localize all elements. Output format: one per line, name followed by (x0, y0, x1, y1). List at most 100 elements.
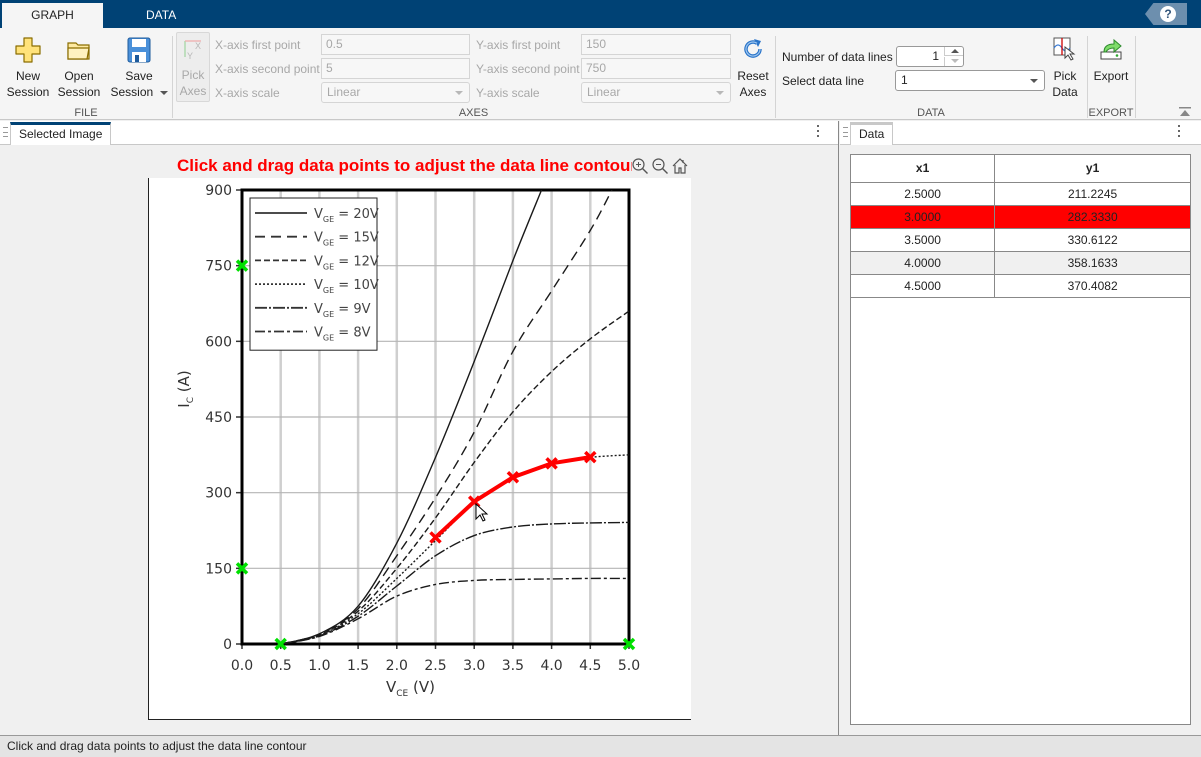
cell-y1[interactable]: 330.6122 (994, 228, 1190, 252)
chart-canvas[interactable]: 0.0 0.5 1.0 1.5 2.0 2.5 3.0 3.5 4.0 4.5 5.0 0 150 300… (149, 178, 692, 720)
reset-axes-label-2: Axes (739, 85, 767, 99)
open-session-button[interactable]: Open Session (56, 36, 102, 100)
tab-data-panel[interactable]: Data (850, 122, 894, 145)
section-divider (775, 36, 776, 118)
y-axis-scale-select[interactable]: Linear (581, 82, 731, 103)
select-data-line-label: Select data line (782, 74, 865, 88)
y-axis-first-point-label: Y-axis first point (476, 38, 561, 52)
y-axis-scale-value: Linear (587, 85, 621, 99)
plus-icon (15, 37, 41, 63)
y-tick-label: 150 (205, 561, 232, 577)
mouse-cursor-icon (475, 502, 489, 522)
floppy-disk-icon (127, 37, 151, 63)
open-session-label-1: Open (64, 69, 94, 83)
x-axis-first-point-field[interactable]: 0.5 (321, 34, 470, 55)
drag-handle-icon[interactable] (3, 127, 8, 137)
help-button[interactable]: ? (1145, 3, 1187, 25)
reset-axes-label-1: Reset (737, 69, 769, 83)
section-divider (172, 36, 173, 118)
table-row[interactable]: 4.5000 370.4082 (851, 274, 1190, 298)
cell-x1[interactable]: 3.5000 (851, 228, 996, 252)
zoom-out-icon[interactable] (651, 157, 669, 175)
section-divider (1087, 36, 1088, 118)
pick-axes-button[interactable]: XY Pick Axes (176, 32, 210, 102)
save-session-button[interactable]: Save Session (110, 36, 168, 100)
x-axis-scale-select[interactable]: Linear (321, 82, 470, 103)
chevron-up-icon (951, 49, 959, 53)
x-axis-scale-label: X-axis scale (215, 86, 280, 100)
x-tick-label: 2.0 (386, 658, 408, 674)
zoom-in-icon[interactable] (631, 157, 649, 175)
x-tick-label: 1.5 (347, 658, 369, 674)
cell-x1[interactable]: 3.0000 (851, 205, 996, 229)
spinner-up-button[interactable] (944, 47, 963, 56)
export-label: Export (1093, 69, 1129, 83)
y-tick-label: 450 (205, 410, 232, 426)
select-data-line-value: 1 (901, 73, 908, 87)
y-tick-label: 600 (205, 334, 232, 350)
x-tick-label: 3.0 (463, 658, 485, 674)
series-line-5 (280, 521, 629, 644)
y-axis-second-point-field[interactable]: 750 (581, 58, 731, 79)
panel-menu-icon[interactable] (816, 125, 820, 139)
status-bar: Click and drag data points to adjust the… (0, 735, 1201, 757)
select-data-line-dropdown[interactable]: 1 (895, 70, 1045, 91)
x-tick-label: 4.5 (579, 658, 601, 674)
chevron-down-icon (716, 91, 724, 95)
x-tick-label: 0.5 (270, 658, 292, 674)
drag-handle-icon[interactable] (843, 127, 848, 137)
panel-tab-bar: Data (840, 121, 1201, 145)
cell-y1[interactable]: 211.2245 (994, 182, 1190, 206)
home-icon[interactable] (671, 157, 689, 175)
open-session-label-2: Session (57, 85, 101, 99)
graph-importer-app: GRAPH IMPORTER DATA ? New Session Open S… (0, 0, 1201, 757)
y-tick-label: 300 (205, 486, 232, 502)
pick-data-button[interactable]: Pick Data (1047, 36, 1083, 100)
x-tick-label: 1.0 (308, 658, 330, 674)
column-header-x1[interactable]: x1 (851, 155, 996, 183)
table-row-selected[interactable]: 3.0000 282.3330 (851, 205, 1190, 229)
tab-selected-image[interactable]: Selected Image (10, 122, 112, 145)
x-axis-second-point-field[interactable]: 5 (321, 58, 470, 79)
y-axis-first-point-field[interactable]: 150 (581, 34, 731, 55)
axes-section-label: AXES (458, 107, 489, 119)
x-axis-label: VCE (V) (386, 678, 435, 699)
cell-y1[interactable]: 282.3330 (994, 205, 1190, 229)
image-axes[interactable]: 0.0 0.5 1.0 1.5 2.0 2.5 3.0 3.5 4.0 4.5 5.0 0 150 300… (148, 178, 691, 720)
table-row[interactable]: 4.0000 358.1633 (851, 251, 1190, 275)
table-header-row: x1 y1 (851, 155, 1190, 183)
panel-tab-bar: Selected Image (0, 121, 838, 145)
series-line-4 (280, 454, 629, 644)
legend-entry: VGE = 8V (314, 326, 371, 343)
export-button[interactable]: Export (1090, 36, 1132, 84)
x-tick-label: 5.0 (618, 658, 640, 674)
cell-x1[interactable]: 4.0000 (851, 251, 996, 275)
tab-data[interactable]: DATA (146, 3, 176, 28)
folder-icon (67, 42, 90, 60)
toolstrip: New Session Open Session Save Session FI… (0, 28, 1201, 120)
panel-menu-icon[interactable] (1177, 125, 1181, 139)
column-header-y1[interactable]: y1 (994, 155, 1190, 183)
series-line-3 (280, 310, 629, 644)
cell-x1[interactable]: 4.5000 (851, 274, 996, 298)
cell-y1[interactable]: 370.4082 (994, 274, 1190, 298)
cell-y1[interactable]: 358.1633 (994, 251, 1190, 275)
x-axis-first-point-label: X-axis first point (215, 38, 301, 52)
table-row[interactable]: 2.5000 211.2245 (851, 182, 1190, 206)
number-of-data-lines-spinner[interactable]: 1 (896, 46, 964, 67)
spinner-down-button[interactable] (944, 57, 963, 66)
pick-data-label-1: Pick (1053, 69, 1077, 83)
x-axis-second-point-label: X-axis second point (215, 62, 320, 76)
tab-graph-importer[interactable]: GRAPH IMPORTER (2, 3, 103, 47)
plot-instruction-title: Click and drag data points to adjust the… (177, 156, 632, 175)
cell-x1[interactable]: 2.5000 (851, 182, 996, 206)
collapse-toolstrip-icon[interactable] (1179, 107, 1191, 117)
x-axis-scale-value: Linear (327, 85, 361, 99)
y-tick-label: 900 (205, 183, 232, 199)
reset-axes-button[interactable]: Reset Axes (735, 36, 771, 100)
chevron-down-icon (455, 91, 463, 95)
new-session-button[interactable]: New Session (6, 36, 50, 100)
data-table[interactable]: x1 y1 2.5000 211.2245 3.0000 282.3330 3.50… (850, 154, 1191, 725)
table-row[interactable]: 3.5000 330.6122 (851, 228, 1190, 252)
chevron-down-icon (951, 59, 959, 63)
